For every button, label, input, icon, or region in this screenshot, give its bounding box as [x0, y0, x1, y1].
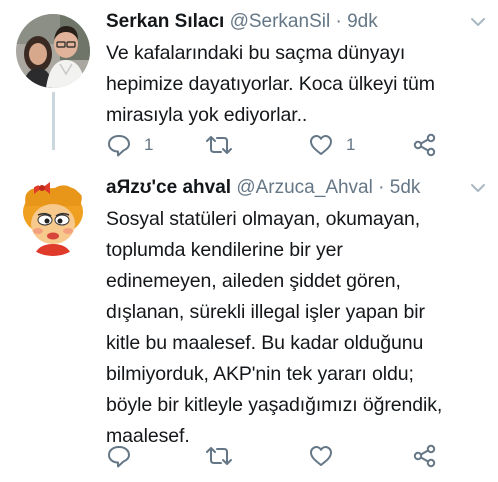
reply-count: 1: [144, 135, 154, 154]
display-name[interactable]: Serkan Sılacı: [106, 11, 224, 32]
tweet-header: Serkan Sılacı @SerkanSil · 9dk: [106, 8, 378, 36]
avatar-photo: [16, 14, 90, 88]
share-button[interactable]: [412, 442, 438, 470]
avatar[interactable]: [16, 14, 90, 88]
display-name[interactable]: aЯzʊ'ce ahval: [106, 177, 231, 198]
tweet-text: Sosyal statüleri olmayan, okumayan, topl…: [106, 208, 443, 447]
share-button[interactable]: [412, 131, 438, 159]
share-icon: [413, 444, 436, 468]
share-icon: [413, 133, 436, 157]
more-options-button[interactable]: [466, 10, 490, 34]
heart-icon: [310, 446, 332, 466]
like-count: 1: [346, 135, 356, 154]
reply-button[interactable]: [106, 442, 144, 470]
retweet-button[interactable]: [204, 131, 246, 159]
separator-dot: ·: [378, 177, 385, 198]
tweet[interactable]: aЯzʊ'ce ahval @Arzuca_Ahval · 5dk Sosyal…: [0, 166, 498, 482]
more-options-button[interactable]: [466, 176, 490, 200]
retweet-button[interactable]: [204, 442, 246, 470]
tweet-actions: 1 1: [106, 131, 446, 159]
reply-button[interactable]: 1: [106, 131, 153, 159]
like-button[interactable]: 1: [308, 131, 355, 159]
heart-icon: [310, 135, 332, 155]
timestamp[interactable]: 9dk: [347, 11, 378, 32]
like-button[interactable]: [308, 442, 346, 470]
avatar[interactable]: [16, 182, 90, 256]
user-handle[interactable]: @SerkanSil: [230, 11, 331, 32]
chevron-down-icon: [471, 184, 485, 192]
chevron-down-icon: [471, 18, 485, 26]
timestamp[interactable]: 5dk: [390, 177, 421, 198]
retweet-icon: [206, 447, 232, 465]
avatar-cartoon: [16, 182, 90, 256]
tweet[interactable]: Serkan Sılacı @SerkanSil · 9dk Ve kafala…: [0, 0, 498, 166]
tweet-header: aЯzʊ'ce ahval @Arzuca_Ahval · 5dk: [106, 174, 420, 202]
tweet-text: Ve kafalarındaki bu saçma dünyayı hepimi…: [106, 42, 435, 126]
separator-dot: ·: [335, 11, 342, 32]
reply-icon: [108, 446, 130, 468]
reply-icon: [108, 135, 130, 157]
retweet-icon: [206, 136, 232, 154]
tweet-actions: [106, 442, 446, 470]
user-handle[interactable]: @Arzuca_Ahval: [236, 177, 373, 198]
